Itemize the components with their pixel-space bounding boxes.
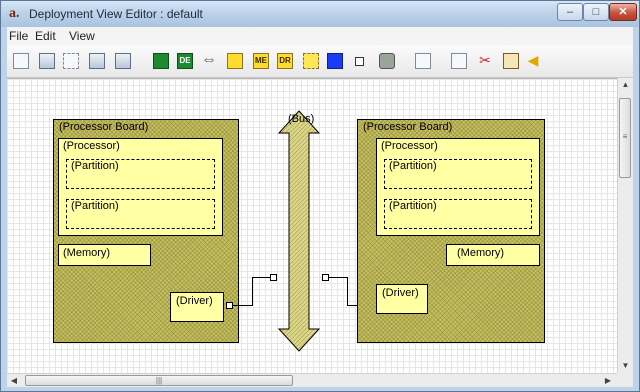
paste-icon[interactable] bbox=[503, 53, 519, 69]
memory-right[interactable]: (Memory) bbox=[446, 244, 540, 266]
menu-file[interactable]: File bbox=[9, 29, 28, 43]
bus-icon[interactable]: ⇔ bbox=[201, 52, 217, 69]
driver-right[interactable]: (Driver) bbox=[376, 284, 428, 314]
bus-port-right[interactable] bbox=[322, 274, 329, 281]
zoom-icon[interactable] bbox=[415, 53, 431, 69]
scroll-up-button[interactable]: ▲ bbox=[618, 78, 633, 92]
scroll-down-button[interactable]: ▼ bbox=[618, 359, 633, 373]
processor-label: (Processor) bbox=[381, 140, 438, 152]
memory-left[interactable]: (Memory) bbox=[58, 244, 151, 266]
save-icon[interactable] bbox=[89, 53, 105, 69]
processor-right[interactable]: (Processor) (Partition) (Partition) bbox=[376, 138, 540, 236]
partition-icon[interactable] bbox=[303, 53, 319, 69]
partition-label: (Partition) bbox=[389, 200, 437, 212]
memory-label: (Memory) bbox=[63, 247, 111, 259]
copy-icon[interactable] bbox=[451, 53, 467, 69]
memory-icon[interactable] bbox=[227, 53, 243, 69]
menu-bar: File Edit View bbox=[7, 27, 633, 45]
connector-right-v bbox=[347, 277, 348, 306]
driver-label: (Driver) bbox=[382, 287, 419, 299]
processor-board-right[interactable]: (Processor Board) (Processor) (Partition… bbox=[357, 119, 545, 343]
bus-arrow[interactable] bbox=[275, 109, 323, 353]
partition-label: (Partition) bbox=[71, 160, 119, 172]
driver-left[interactable]: (Driver) bbox=[170, 292, 224, 322]
app-icon: a. bbox=[9, 6, 20, 21]
title-bar[interactable]: a. Deployment View Editor : default – □ … bbox=[1, 1, 639, 27]
maximize-button[interactable]: □ bbox=[583, 3, 609, 21]
processor-board-label: (Processor Board) bbox=[363, 121, 453, 133]
save-as-icon[interactable] bbox=[115, 53, 131, 69]
minimize-button[interactable]: – bbox=[557, 3, 583, 21]
partition-label: (Partition) bbox=[389, 160, 437, 172]
partition-left-2[interactable]: (Partition) bbox=[66, 199, 215, 229]
horizontal-scrollbar[interactable]: ◀ ||| ▶ bbox=[7, 373, 617, 387]
memory-label: (Memory) bbox=[457, 247, 505, 259]
partition-left-1[interactable]: (Partition) bbox=[66, 159, 215, 189]
arrow-icon[interactable]: ◀ bbox=[525, 53, 541, 69]
vertical-scroll-thumb[interactable]: ≡ bbox=[619, 98, 631, 178]
scrollbar-corner bbox=[617, 373, 633, 387]
toolbar: DE ⇔ ME DR ✂ ◀ bbox=[7, 45, 633, 78]
driver-icon[interactable]: DR bbox=[277, 53, 293, 69]
partition-right-1[interactable]: (Partition) bbox=[384, 159, 532, 189]
memory-element-icon[interactable]: ME bbox=[253, 53, 269, 69]
partition-label: (Partition) bbox=[71, 200, 119, 212]
database-icon[interactable] bbox=[379, 53, 395, 69]
connector-right-h1 bbox=[329, 277, 347, 278]
processor-icon[interactable] bbox=[327, 53, 343, 69]
processor-board-icon[interactable] bbox=[153, 53, 169, 69]
port-icon[interactable] bbox=[355, 57, 364, 66]
connector-left-v bbox=[252, 277, 253, 306]
close-button[interactable]: ✕ bbox=[609, 3, 637, 21]
menu-view[interactable]: View bbox=[69, 29, 95, 43]
open-folder-icon[interactable] bbox=[39, 53, 55, 69]
window-title: Deployment View Editor : default bbox=[29, 7, 203, 21]
scroll-right-button[interactable]: ▶ bbox=[601, 374, 615, 388]
driver-port-left[interactable] bbox=[226, 302, 233, 309]
processor-left[interactable]: (Processor) (Partition) (Partition) bbox=[58, 138, 223, 236]
vertical-scrollbar[interactable]: ▲ ≡ ▼ bbox=[617, 78, 633, 373]
menu-edit[interactable]: Edit bbox=[35, 29, 56, 43]
processor-board-label: (Processor Board) bbox=[59, 121, 149, 133]
refresh-icon[interactable] bbox=[63, 53, 79, 69]
processor-board-left[interactable]: (Processor Board) (Processor) (Partition… bbox=[53, 119, 239, 343]
client-area: File Edit View DE ⇔ ME DR ✂ ◀ (Processor… bbox=[7, 27, 633, 387]
horizontal-scroll-thumb[interactable]: ||| bbox=[25, 375, 293, 386]
new-document-icon[interactable] bbox=[13, 53, 29, 69]
scroll-left-button[interactable]: ◀ bbox=[7, 374, 21, 388]
bus-label: (Bus) bbox=[288, 113, 315, 125]
connector-left-h1 bbox=[233, 305, 252, 306]
diagram-canvas[interactable]: (Processor Board) (Processor) (Partition… bbox=[7, 78, 617, 374]
connector-left-h2 bbox=[252, 277, 270, 278]
cut-icon[interactable]: ✂ bbox=[477, 53, 493, 69]
driver-label: (Driver) bbox=[176, 295, 213, 307]
driver-entity-icon[interactable]: DE bbox=[177, 53, 193, 69]
application-window: a. Deployment View Editor : default – □ … bbox=[0, 0, 640, 392]
partition-right-2[interactable]: (Partition) bbox=[384, 199, 532, 229]
processor-label: (Processor) bbox=[63, 140, 120, 152]
